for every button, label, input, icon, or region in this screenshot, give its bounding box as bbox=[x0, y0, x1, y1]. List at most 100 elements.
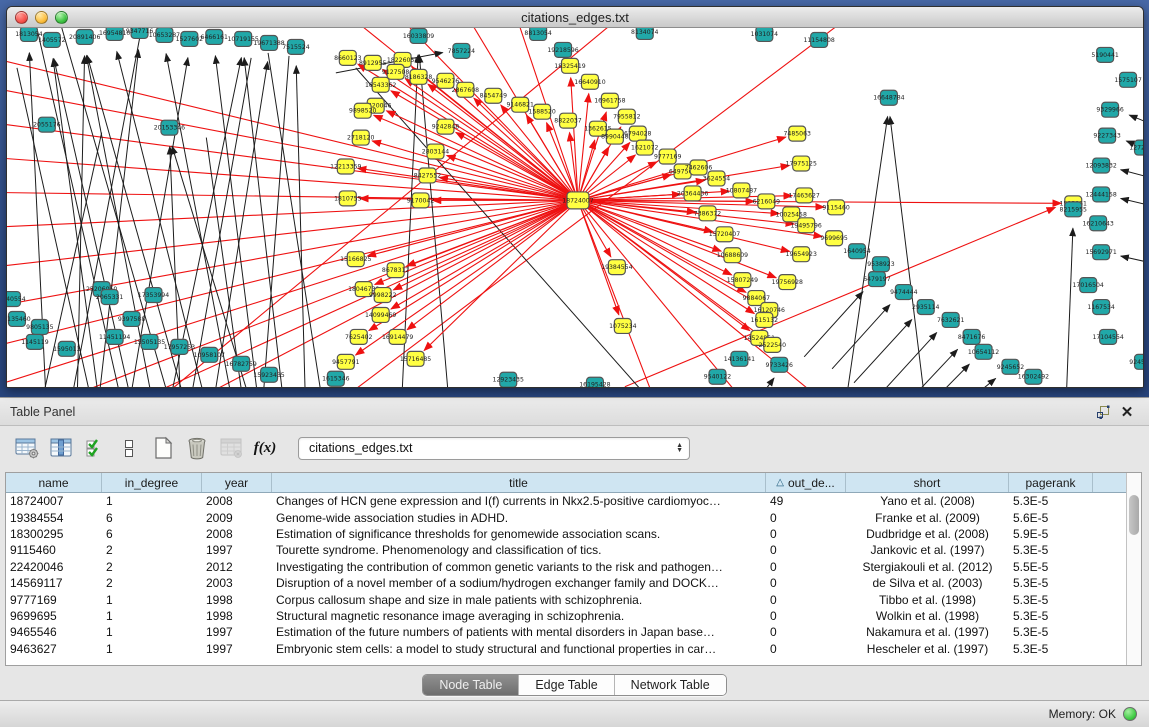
network-node[interactable]: 2935114 bbox=[912, 300, 940, 315]
table-row[interactable]: 946362711997Embryonic stem cells: a mode… bbox=[6, 641, 1126, 657]
table-cell[interactable]: 0 bbox=[766, 576, 846, 590]
row-height-button[interactable] bbox=[114, 433, 144, 463]
table-cell[interactable]: Disruption of a novel member of a sodium… bbox=[272, 576, 766, 590]
network-node[interactable]: 9457791 bbox=[332, 354, 360, 369]
network-edge-red[interactable] bbox=[7, 88, 578, 201]
table-cell[interactable]: Genome-wide association studies in ADHD. bbox=[272, 511, 766, 525]
table-cell[interactable]: 0 bbox=[766, 527, 846, 541]
network-node[interactable]: 19756928 bbox=[772, 275, 803, 290]
network-node[interactable]: 1615346 bbox=[322, 371, 350, 386]
table-cell[interactable]: Stergiakouli et al. (2012) bbox=[846, 560, 1009, 574]
table-cell[interactable]: 0 bbox=[766, 543, 846, 557]
table-cell[interactable]: 9115460 bbox=[6, 543, 102, 557]
network-edge-black[interactable] bbox=[1129, 115, 1143, 123]
network-node[interactable]: 10688609 bbox=[717, 248, 748, 263]
table-cell[interactable]: de Silva et al. (2003) bbox=[846, 576, 1009, 590]
network-node[interactable]: 7632621 bbox=[937, 312, 965, 327]
table-cell[interactable]: 1998 bbox=[202, 609, 272, 623]
network-node[interactable]: 6466161 bbox=[201, 29, 229, 44]
create-column-button[interactable] bbox=[148, 433, 178, 463]
table-row[interactable]: 1938455462009Genome-wide association stu… bbox=[6, 509, 1126, 525]
network-node[interactable]: 15716485 bbox=[400, 351, 431, 366]
network-node[interactable]: 15166825 bbox=[340, 252, 371, 267]
table-cell[interactable]: 0 bbox=[766, 609, 846, 623]
table-cell[interactable]: 5.3E-5 bbox=[1009, 625, 1093, 639]
network-node[interactable]: 9329966 bbox=[1096, 102, 1124, 117]
network-node[interactable]: 7485063 bbox=[784, 126, 812, 141]
table-cell[interactable]: 1997 bbox=[202, 642, 272, 656]
table-cell[interactable]: Wolkin et al. (1998) bbox=[846, 609, 1009, 623]
network-edge-black[interactable] bbox=[902, 349, 958, 388]
network-node[interactable]: 17104554 bbox=[1092, 329, 1123, 344]
table-cell[interactable]: 9699695 bbox=[6, 609, 102, 623]
network-node[interactable]: 10654112 bbox=[968, 344, 999, 359]
network-canvas[interactable]: 8660123891295518226058912750881863281654… bbox=[7, 28, 1143, 388]
network-node[interactable]: 7955812 bbox=[613, 109, 641, 124]
network-node[interactable]: 11154808 bbox=[803, 32, 834, 47]
table-row[interactable]: 977716911998Corpus callosum shape and si… bbox=[6, 591, 1126, 607]
close-window-button[interactable] bbox=[15, 11, 28, 24]
network-node[interactable]: 8427552 bbox=[414, 168, 442, 183]
network-node[interactable]: 18325419 bbox=[554, 58, 585, 73]
network-node[interactable]: 1810755 bbox=[334, 191, 362, 206]
table-cell[interactable]: 2009 bbox=[202, 511, 272, 525]
table-row[interactable]: 1830029562008Estimation of significance … bbox=[6, 526, 1126, 542]
table-cell[interactable]: 5.3E-5 bbox=[1009, 576, 1093, 590]
column-header-name[interactable]: name bbox=[6, 473, 102, 492]
network-edge-black[interactable] bbox=[1121, 198, 1143, 205]
network-node[interactable]: 16195428 bbox=[579, 377, 610, 388]
network-edge-red[interactable] bbox=[407, 200, 578, 329]
network-node[interactable]: 1272048 bbox=[1129, 140, 1143, 155]
table-cell[interactable]: 22420046 bbox=[6, 560, 102, 574]
network-edge-black[interactable] bbox=[880, 333, 937, 388]
table-cell[interactable]: 1997 bbox=[202, 625, 272, 639]
network-node[interactable]: 11451194 bbox=[99, 329, 130, 344]
table-mode-button[interactable] bbox=[12, 433, 42, 463]
network-node[interactable]: 15692971 bbox=[1085, 245, 1116, 260]
table-cell[interactable]: Estimation of the future numbers of pati… bbox=[272, 625, 766, 639]
show-columns-button[interactable] bbox=[46, 433, 76, 463]
network-node[interactable]: 2718120 bbox=[347, 130, 375, 145]
table-cell[interactable]: Tibbo et al. (1998) bbox=[846, 593, 1009, 607]
table-cell[interactable]: Corpus callosum shape and size in male p… bbox=[272, 593, 766, 607]
table-cell[interactable]: Jankovic et al. (1997) bbox=[846, 543, 1009, 557]
table-cell[interactable]: 2 bbox=[102, 560, 202, 574]
column-header-pagerank[interactable]: pagerank bbox=[1009, 473, 1093, 492]
table-cell[interactable]: Structural magnetic resonance image aver… bbox=[272, 609, 766, 623]
table-cell[interactable]: 18724007 bbox=[6, 494, 102, 508]
network-edge-black[interactable] bbox=[1121, 170, 1143, 178]
network-node[interactable]: 9227343 bbox=[1093, 128, 1121, 143]
network-node[interactable]: 14136141 bbox=[724, 351, 755, 366]
network-node[interactable]: 16648784 bbox=[873, 90, 904, 105]
table-row[interactable]: 969969511998Structural magnetic resonanc… bbox=[6, 608, 1126, 624]
vertical-scrollbar[interactable] bbox=[1126, 473, 1141, 665]
table-cell[interactable]: Tourette syndrome. Phenomenology and cla… bbox=[272, 543, 766, 557]
table-cell[interactable]: Investigating the contribution of common… bbox=[272, 560, 766, 574]
network-node[interactable]: 8678312 bbox=[382, 263, 410, 278]
table-cell[interactable]: 9463627 bbox=[6, 642, 102, 656]
network-node[interactable]: 9474444 bbox=[890, 285, 918, 300]
network-edge-black[interactable] bbox=[832, 305, 890, 369]
network-node[interactable]: 8660123 bbox=[334, 50, 362, 65]
network-node[interactable]: 9245013 bbox=[1129, 354, 1143, 369]
network-node[interactable]: 17975125 bbox=[786, 156, 817, 171]
network-node[interactable]: 1075234 bbox=[609, 318, 637, 333]
network-node[interactable]: 14099469 bbox=[365, 308, 396, 323]
table-cell[interactable]: 1 bbox=[102, 609, 202, 623]
table-cell[interactable]: 1998 bbox=[202, 593, 272, 607]
tab-network-table[interactable]: Network Table bbox=[615, 675, 726, 695]
table-row[interactable]: 1456911722003Disruption of a novel membe… bbox=[6, 575, 1126, 591]
table-cell[interactable]: Changes of HCN gene expression and I(f) … bbox=[272, 494, 766, 508]
table-cell[interactable]: 0 bbox=[766, 625, 846, 639]
network-node[interactable]: 7857224 bbox=[448, 43, 476, 58]
network-node[interactable]: 9242848 bbox=[432, 119, 460, 134]
network-node[interactable]: 20153346 bbox=[154, 120, 185, 135]
table-cell[interactable]: 1 bbox=[102, 593, 202, 607]
network-node[interactable]: 12213359 bbox=[330, 159, 361, 174]
table-cell[interactable]: 5.3E-5 bbox=[1009, 593, 1093, 607]
table-cell[interactable]: Yano et al. (2008) bbox=[846, 494, 1009, 508]
table-row[interactable]: 1872400712008Changes of HCN gene express… bbox=[6, 493, 1126, 509]
table-cell[interactable]: 5.6E-5 bbox=[1009, 511, 1093, 525]
network-hub-node[interactable]: 18724007 bbox=[562, 192, 593, 209]
network-edge-red[interactable] bbox=[393, 200, 578, 289]
